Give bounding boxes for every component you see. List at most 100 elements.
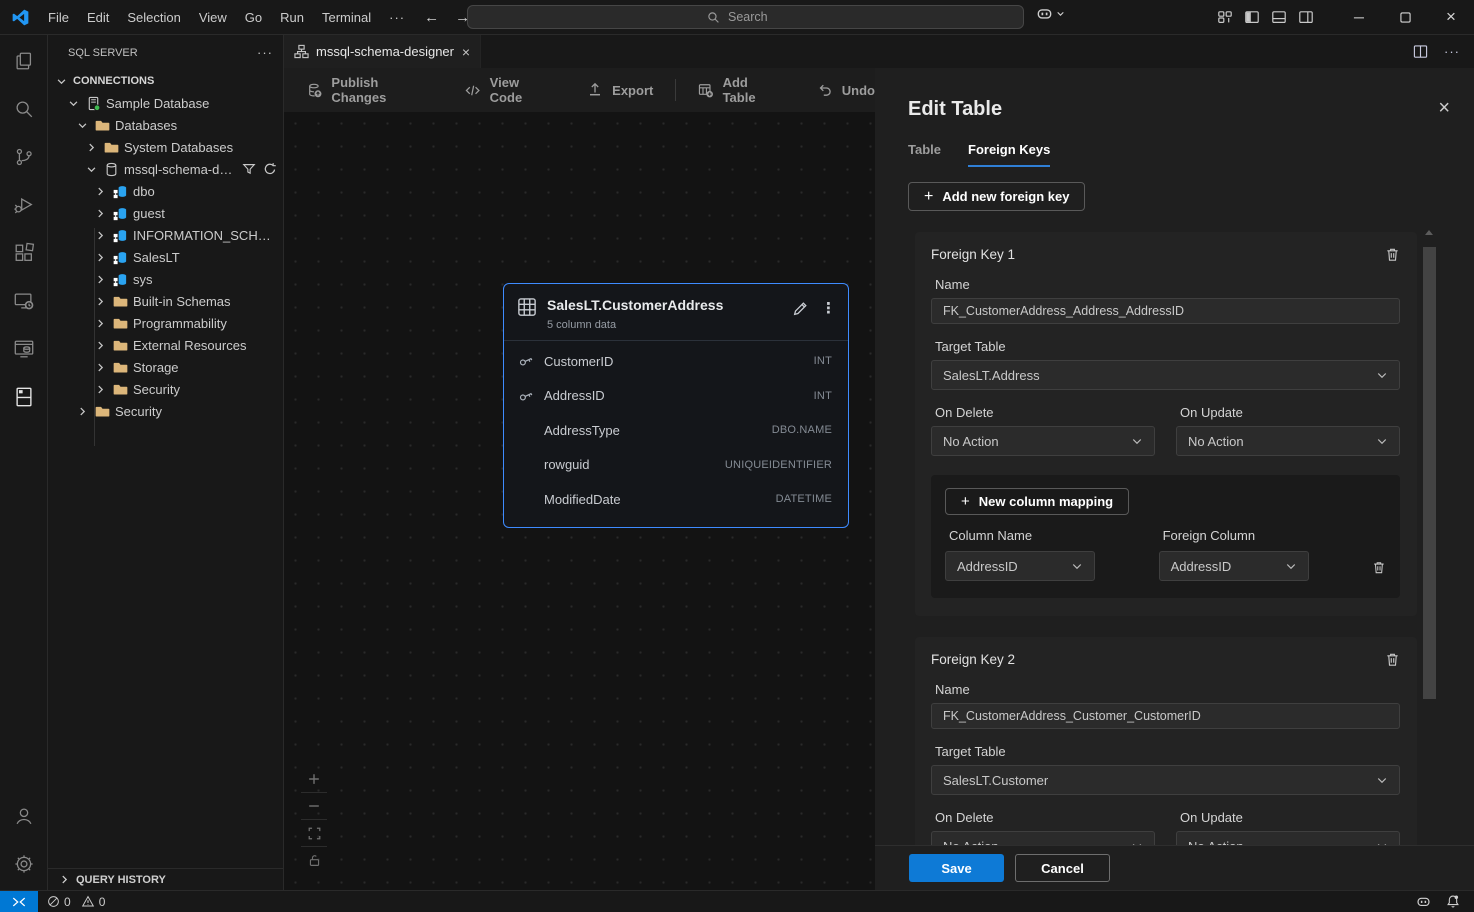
tree-item-saleslt[interactable]: SalesLT (48, 246, 283, 268)
fit-view-icon[interactable] (301, 820, 327, 847)
panel-close-icon[interactable]: × (1438, 98, 1450, 118)
fk-name-input[interactable] (931, 298, 1400, 324)
table-node-customeraddress[interactable]: SalesLT.CustomerAddress 5 column data ⋮ (503, 283, 849, 528)
filter-icon[interactable] (242, 162, 256, 176)
publish-changes-button[interactable]: Publish Changes (307, 75, 427, 105)
tree-item-databases[interactable]: Databases (48, 114, 283, 136)
column-row[interactable]: CustomerID INT (504, 344, 848, 379)
column-row[interactable]: AddressID INT (504, 379, 848, 414)
search-sidebar-icon[interactable] (0, 85, 48, 133)
extensions-icon[interactable] (0, 229, 48, 277)
notifications-bell-icon[interactable] (1446, 894, 1460, 909)
settings-gear-icon[interactable] (0, 840, 48, 888)
window-close-button[interactable]: × (1428, 0, 1474, 35)
tree-item-sys[interactable]: sys (48, 268, 283, 290)
on-delete-select[interactable]: No Action (931, 426, 1155, 456)
menu-edit[interactable]: Edit (78, 4, 118, 30)
nav-back-icon[interactable]: ← (424, 9, 439, 26)
toggle-secondary-sidebar-icon[interactable] (1298, 9, 1314, 25)
column-name-select[interactable]: AddressID (945, 551, 1095, 581)
menu-selection[interactable]: Selection (118, 4, 189, 30)
source-control-icon[interactable] (0, 133, 48, 181)
tree-item-guest[interactable]: guest (48, 202, 283, 224)
tree-item-external-resources[interactable]: External Resources (48, 334, 283, 356)
delete-foreign-key-icon[interactable] (1385, 652, 1400, 667)
sidebar-more-icon[interactable]: ··· (257, 45, 273, 60)
menu-file[interactable]: File (39, 4, 78, 30)
schema-designer-icon[interactable] (0, 373, 48, 421)
tree-item-information-schema[interactable]: INFORMATION_SCHEMA (48, 224, 283, 246)
scrollbar-thumb[interactable] (1423, 247, 1436, 699)
problems-status[interactable]: 0 0 (47, 895, 111, 909)
cancel-button[interactable]: Cancel (1015, 854, 1110, 882)
foreign-column-select[interactable]: AddressID (1159, 551, 1309, 581)
target-table-select[interactable]: SalesLT.Address (931, 360, 1400, 390)
add-table-button[interactable]: Add Table (698, 75, 778, 105)
column-row[interactable]: AddressType DBO.NAME (504, 413, 848, 448)
schema-canvas[interactable]: SalesLT.CustomerAddress 5 column data ⋮ (284, 112, 875, 890)
tree-item-built-in-schemas[interactable]: Built-in Schemas (48, 290, 283, 312)
add-new-foreign-key-button[interactable]: + Add new foreign key (908, 182, 1085, 211)
run-and-debug-icon[interactable] (0, 181, 48, 229)
undo-button[interactable]: Undo (817, 82, 875, 98)
search-input[interactable] (726, 9, 784, 25)
query-history-section[interactable]: QUERY HISTORY (48, 868, 283, 890)
command-center-search[interactable] (467, 5, 1024, 29)
tree-item-sample-database[interactable]: Sample Database (48, 92, 283, 114)
window-minimize-button[interactable]: ─ (1336, 0, 1382, 35)
tab-table[interactable]: Table (908, 142, 941, 167)
toggle-panel-icon[interactable] (1271, 9, 1287, 25)
menu-view[interactable]: View (190, 4, 236, 30)
on-update-select[interactable]: No Action (1176, 426, 1400, 456)
split-editor-icon[interactable] (1413, 44, 1428, 59)
toggle-primary-sidebar-icon[interactable] (1244, 9, 1260, 25)
column-row[interactable]: rowguid UNIQUEIDENTIFIER (504, 448, 848, 483)
menu-terminal[interactable]: Terminal (313, 4, 380, 30)
menu-more-icon[interactable]: ··· (380, 10, 414, 25)
on-delete-select[interactable]: No Action (931, 831, 1155, 845)
remote-indicator[interactable] (0, 891, 38, 912)
delete-mapping-icon[interactable] (1372, 560, 1386, 575)
editor-more-actions-icon[interactable]: ··· (1444, 44, 1460, 59)
vscode-logo-icon (12, 9, 29, 26)
scroll-up-arrow-icon[interactable] (1425, 230, 1433, 235)
tab-mssql-schema-designer[interactable]: mssql-schema-designer × (284, 35, 481, 68)
remote-explorer-icon[interactable] (0, 277, 48, 325)
tab-close-icon[interactable]: × (462, 44, 470, 60)
view-code-button[interactable]: View Code (465, 75, 549, 105)
menu-go[interactable]: Go (236, 4, 271, 30)
target-table-select[interactable]: SalesLT.Customer (931, 765, 1400, 795)
refresh-icon[interactable] (263, 162, 277, 176)
column-row[interactable]: ModifiedDate DATETIME (504, 482, 848, 517)
explorer-icon[interactable] (0, 37, 48, 85)
lock-icon[interactable] (301, 847, 327, 874)
copilot-status-icon[interactable] (1416, 894, 1431, 909)
tree-item-system-databases[interactable]: System Databases (48, 136, 283, 158)
fk-name-input[interactable] (931, 703, 1400, 729)
edit-table-pencil-icon[interactable] (792, 300, 809, 317)
delete-foreign-key-icon[interactable] (1385, 247, 1400, 262)
zoom-in-icon[interactable] (301, 766, 327, 793)
export-button[interactable]: Export (587, 82, 653, 98)
tree-section-connections[interactable]: CONNECTIONS (48, 70, 283, 92)
menu-run[interactable]: Run (271, 4, 313, 30)
new-column-mapping-button[interactable]: + New column mapping (945, 488, 1129, 515)
table-title: SalesLT.CustomerAddress (547, 297, 723, 313)
tree-item-mssql-schema-designer-db[interactable]: mssql-schema-de... (48, 158, 283, 180)
tree-item-storage[interactable]: Storage (48, 356, 283, 378)
table-menu-icon[interactable]: ⋮ (821, 299, 836, 317)
account-icon[interactable] (0, 792, 48, 840)
panel-scrollbar[interactable] (1423, 237, 1436, 840)
sql-server-icon[interactable] (0, 325, 48, 373)
zoom-out-icon[interactable] (301, 793, 327, 820)
customize-layout-icon[interactable] (1217, 9, 1233, 25)
save-button[interactable]: Save (909, 854, 1004, 882)
tree-item-security-outer[interactable]: Security (48, 400, 283, 422)
on-update-select[interactable]: No Action (1176, 831, 1400, 845)
tab-foreign-keys[interactable]: Foreign Keys (968, 142, 1050, 167)
tree-item-programmability[interactable]: Programmability (48, 312, 283, 334)
tree-item-security-inner[interactable]: Security (48, 378, 283, 400)
copilot-menu[interactable] (1036, 5, 1065, 22)
window-maximize-button[interactable] (1382, 0, 1428, 35)
tree-item-dbo[interactable]: dbo (48, 180, 283, 202)
